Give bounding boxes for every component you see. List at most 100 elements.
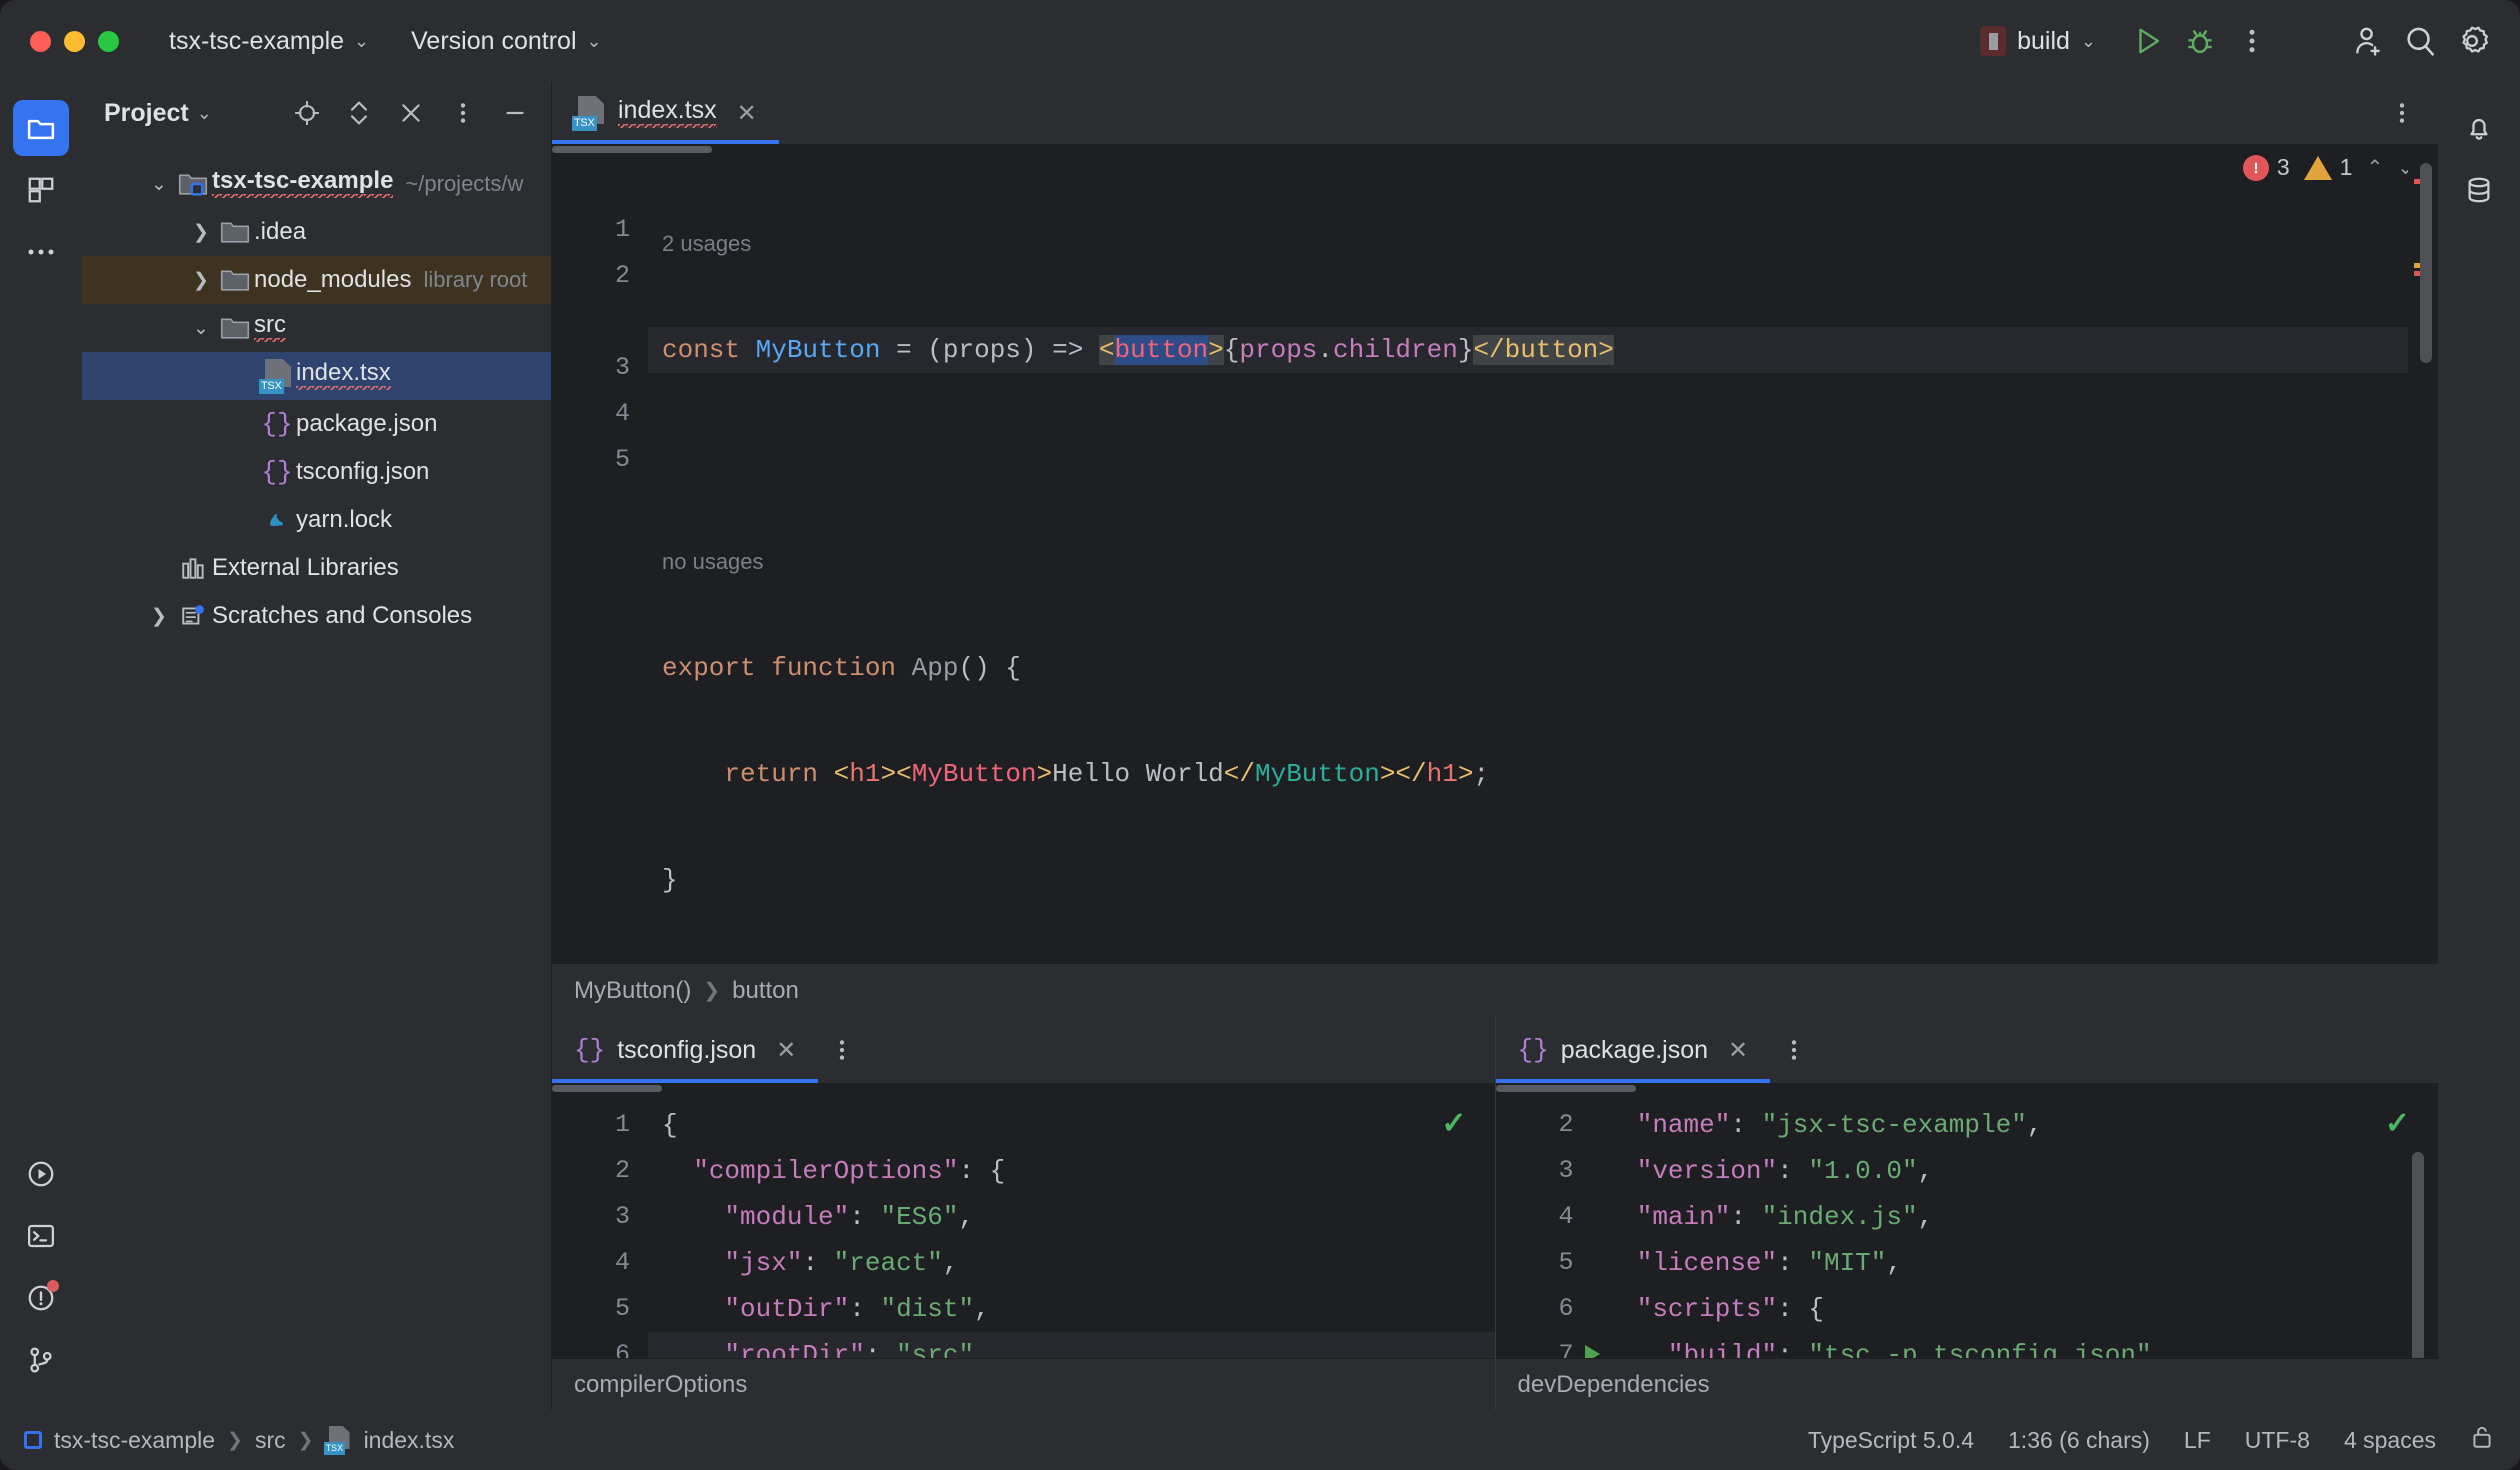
notifications-button[interactable] bbox=[2451, 100, 2507, 156]
error-stripe[interactable] bbox=[2408, 153, 2438, 963]
search-everywhere-button[interactable] bbox=[2394, 15, 2446, 67]
run-configuration-selector[interactable]: build ⌄ bbox=[1968, 20, 2108, 62]
editor-options-button[interactable] bbox=[2378, 82, 2426, 144]
tsconfig-hscrollbar[interactable] bbox=[552, 1083, 1495, 1092]
code-line-1[interactable]: const MyButton = (props) => <button>{pro… bbox=[648, 327, 2438, 373]
tree-node-hint: ~/projects/w bbox=[405, 171, 523, 197]
tree-node-package-json[interactable]: {}package.json bbox=[82, 400, 551, 448]
close-icon[interactable]: ✕ bbox=[1728, 1036, 1748, 1065]
more-actions-button[interactable] bbox=[2226, 15, 2278, 67]
tsx-icon: TSX bbox=[574, 96, 606, 130]
tab-index-tsx[interactable]: TSX index.tsx ✕ bbox=[552, 82, 779, 144]
status-breadcrumb: tsx-tsc-example ❯ src ❯ TSX index.tsx bbox=[24, 1426, 454, 1454]
vertical-scrollbar[interactable] bbox=[2412, 1152, 2424, 1358]
chevron-right-icon[interactable]: ❯ bbox=[186, 269, 216, 292]
status-crumb-folder[interactable]: src bbox=[255, 1427, 286, 1454]
code-line-6[interactable]: "rootDir": "src", bbox=[648, 1332, 1495, 1358]
close-icon[interactable]: ✕ bbox=[776, 1036, 796, 1065]
code-line-2[interactable]: "name": "jsx-tsc-example", bbox=[1592, 1102, 2439, 1148]
sidebar-item-version-control[interactable] bbox=[13, 1332, 69, 1388]
hide-panel-button[interactable] bbox=[389, 91, 433, 135]
minimize-panel-button[interactable] bbox=[493, 91, 537, 135]
file-encoding[interactable]: UTF-8 bbox=[2245, 1427, 2310, 1454]
sidebar-item-structure[interactable] bbox=[13, 162, 69, 218]
breadcrumb-item[interactable]: button bbox=[732, 977, 799, 1005]
chevron-down-icon[interactable]: ⌄ bbox=[144, 173, 174, 196]
run-script-icon[interactable] bbox=[1585, 1345, 1600, 1358]
package-hscrollbar[interactable] bbox=[1496, 1083, 2439, 1092]
more-vertical-icon bbox=[459, 100, 467, 126]
editor-breadcrumb: MyButton() ❯ button bbox=[552, 963, 2438, 1017]
code-line-4[interactable]: "jsx": "react", bbox=[648, 1240, 1495, 1286]
sidebar-item-more[interactable] bbox=[13, 224, 69, 280]
project-selector[interactable]: tsx-tsc-example ⌄ bbox=[157, 20, 381, 63]
line-number: 2 bbox=[552, 1148, 630, 1194]
package-options-button[interactable] bbox=[1770, 1017, 1818, 1083]
language-level[interactable]: TypeScript 5.0.4 bbox=[1808, 1427, 1974, 1454]
tree-node--idea[interactable]: ❯.idea bbox=[82, 208, 551, 256]
main-editor-code[interactable]: 2 usages const MyButton = (props) => <bu… bbox=[648, 153, 2438, 963]
tree-node-scratches-and-consoles[interactable]: ❯Scratches and Consoles bbox=[82, 592, 551, 640]
add-user-button[interactable] bbox=[2342, 15, 2394, 67]
chevron-down-icon[interactable]: ⌄ bbox=[197, 104, 212, 122]
sidebar-item-run[interactable] bbox=[13, 1146, 69, 1202]
breadcrumb-item[interactable]: devDependencies bbox=[1518, 1371, 1710, 1399]
caret-position[interactable]: 1:36 (6 chars) bbox=[2008, 1427, 2150, 1454]
lock-icon[interactable] bbox=[2470, 1424, 2494, 1456]
tree-node-tsx-tsc-example[interactable]: ⌄tsx-tsc-example~/projects/w bbox=[82, 160, 551, 208]
run-button[interactable] bbox=[2122, 15, 2174, 67]
panel-options-button[interactable] bbox=[441, 91, 485, 135]
code-line-5[interactable]: "license": "MIT", bbox=[1592, 1240, 2439, 1286]
libraries-icon bbox=[174, 555, 212, 581]
tab-tsconfig-json[interactable]: {} tsconfig.json ✕ bbox=[552, 1017, 818, 1083]
debug-button[interactable] bbox=[2174, 15, 2226, 67]
settings-button[interactable] bbox=[2446, 15, 2498, 67]
tree-node-label: src bbox=[254, 311, 286, 345]
code-line-7[interactable]: "build": "tsc -p tsconfig.json" bbox=[1592, 1332, 2439, 1358]
status-crumb-project[interactable]: tsx-tsc-example bbox=[54, 1427, 215, 1454]
code-line-5[interactable]: "outDir": "dist", bbox=[648, 1286, 1495, 1332]
code-line-3[interactable]: export function App() { bbox=[648, 645, 2438, 691]
code-line-4[interactable]: "main": "index.js", bbox=[1592, 1194, 2439, 1240]
code-line-6[interactable]: "scripts": { bbox=[1592, 1286, 2439, 1332]
minimize-window-button[interactable] bbox=[64, 31, 85, 52]
sidebar-item-terminal[interactable] bbox=[13, 1208, 69, 1264]
code-line-3[interactable]: "module": "ES6", bbox=[648, 1194, 1495, 1240]
chevron-right-icon[interactable]: ❯ bbox=[186, 221, 216, 244]
status-crumb-file[interactable]: index.tsx bbox=[364, 1427, 455, 1454]
tree-node-tsconfig-json[interactable]: {}tsconfig.json bbox=[82, 448, 551, 496]
close-icon[interactable]: ✕ bbox=[737, 99, 757, 128]
sidebar-item-problems[interactable] bbox=[13, 1270, 69, 1326]
sidebar-item-project[interactable] bbox=[13, 100, 69, 156]
line-separator[interactable]: LF bbox=[2184, 1427, 2211, 1454]
chevron-right-icon[interactable]: ❯ bbox=[144, 605, 174, 628]
vertical-scrollbar[interactable] bbox=[2420, 163, 2432, 363]
code-line-2[interactable]: "compilerOptions": { bbox=[648, 1148, 1495, 1194]
tab-package-json[interactable]: {} package.json ✕ bbox=[1496, 1017, 1771, 1083]
close-window-button[interactable] bbox=[30, 31, 51, 52]
tree-node-node-modules[interactable]: ❯node_moduleslibrary root bbox=[82, 256, 551, 304]
maximize-window-button[interactable] bbox=[98, 31, 119, 52]
breadcrumb-item[interactable]: MyButton() bbox=[574, 977, 691, 1005]
code-line-4[interactable]: return <h1><MyButton>Hello World</MyButt… bbox=[648, 751, 2438, 797]
tsconfig-code[interactable]: { "compilerOptions": { "module": "ES6", … bbox=[648, 1092, 1495, 1358]
tree-node-yarn-lock[interactable]: yarn.lock bbox=[82, 496, 551, 544]
package-code[interactable]: "name": "jsx-tsc-example", "version": "1… bbox=[1592, 1092, 2439, 1358]
expand-collapse-button[interactable] bbox=[337, 91, 381, 135]
code-line-1[interactable]: { bbox=[648, 1102, 1495, 1148]
locate-file-button[interactable] bbox=[285, 91, 329, 135]
tree-node-external-libraries[interactable]: External Libraries bbox=[82, 544, 551, 592]
tree-node-index-tsx[interactable]: TSXindex.tsx bbox=[82, 352, 551, 400]
database-button[interactable] bbox=[2451, 162, 2507, 218]
code-line-3[interactable]: "version": "1.0.0", bbox=[1592, 1148, 2439, 1194]
version-control-menu[interactable]: Version control ⌄ bbox=[399, 20, 613, 63]
chevron-down-icon[interactable]: ⌄ bbox=[186, 317, 216, 340]
folder-icon bbox=[216, 315, 254, 341]
breadcrumb-item[interactable]: compilerOptions bbox=[574, 1371, 747, 1399]
horizontal-scrollbar[interactable] bbox=[552, 144, 2438, 153]
code-line-2[interactable] bbox=[648, 433, 2438, 479]
tsconfig-options-button[interactable] bbox=[818, 1017, 866, 1083]
code-line-5[interactable]: } bbox=[648, 857, 2438, 903]
tree-node-src[interactable]: ⌄ src bbox=[82, 304, 551, 352]
indent-setting[interactable]: 4 spaces bbox=[2344, 1427, 2436, 1454]
